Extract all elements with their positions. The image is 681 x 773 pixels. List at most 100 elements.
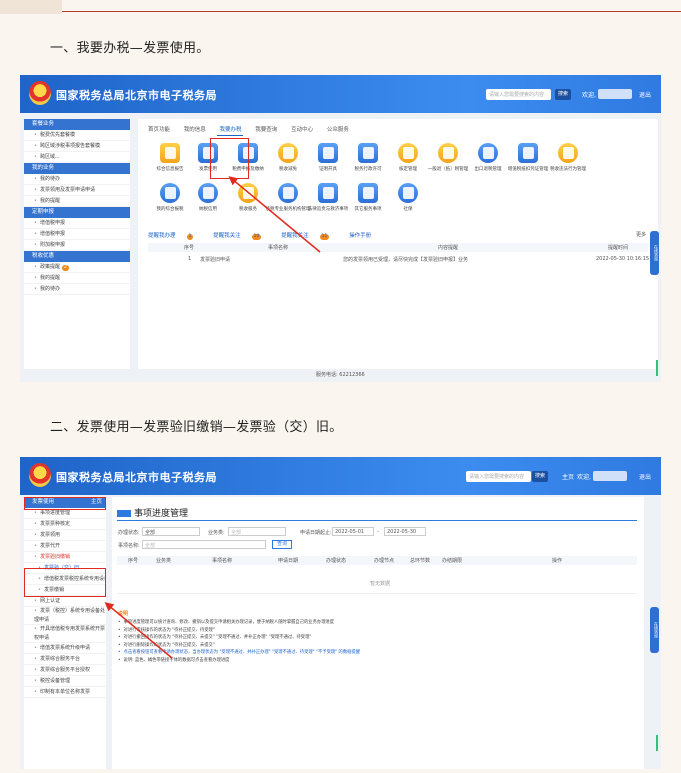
date-label: 申请日期起止: bbox=[300, 530, 332, 536]
masked-user-name bbox=[593, 471, 627, 481]
sidebar-section[interactable]: 套餐业务 bbox=[24, 119, 130, 130]
sidebar: 发票使用 主页 事项进度管理 发票票种核定 发票领用 发票代开 发票验旧缴销 发… bbox=[24, 497, 106, 769]
reduction-icon bbox=[278, 143, 298, 163]
online-consult-button[interactable]: 在线咨询 bbox=[650, 231, 659, 275]
sidebar-item[interactable]: 发票（税控）系统专用设备处理申请 bbox=[24, 607, 106, 625]
tab-remind-handle[interactable]: 提醒我办理 1 bbox=[148, 233, 202, 240]
func-violation[interactable]: 税收违法行为管理 bbox=[544, 143, 592, 172]
date-from-input[interactable]: 2022-05-01 bbox=[332, 527, 374, 536]
name-select[interactable]: 全部 bbox=[142, 540, 266, 549]
tab-remind-follow[interactable]: 提醒我关注 10 bbox=[213, 233, 270, 240]
sidebar-item[interactable]: 税控设备管理 bbox=[24, 676, 106, 687]
col-deadline: 办结期限 bbox=[442, 558, 463, 564]
type-select[interactable]: 全部 bbox=[228, 527, 286, 536]
name-label: 事项名称: bbox=[118, 543, 140, 549]
sidebar-item[interactable]: 增值税申报 bbox=[24, 218, 130, 229]
title-marker-icon bbox=[117, 510, 131, 517]
func-social-security[interactable]: 社保 bbox=[384, 183, 432, 212]
portal-title: 国家税务总局北京市电子税务局 bbox=[56, 471, 217, 484]
screenshot-1: 国家税务总局北京市电子税务局 请输入您需要搜索的内容 搜索 欢迎, 退出 套餐业… bbox=[20, 75, 661, 382]
sidebar-item[interactable]: 发票代开 bbox=[24, 541, 106, 552]
sidebar-section[interactable]: 税收优惠 bbox=[24, 251, 130, 262]
home-link[interactable]: 主页 bbox=[562, 472, 574, 481]
table-header bbox=[148, 243, 648, 252]
scroll-indicator bbox=[656, 735, 658, 751]
welcome-text: 欢迎, bbox=[577, 474, 591, 481]
col-index: 序号 bbox=[184, 245, 195, 251]
logout-link[interactable]: 退出 bbox=[639, 90, 651, 99]
step2-caption: 二、发票使用—发票验旧缴销—发票验（交）旧。 bbox=[50, 420, 343, 435]
sidebar-item[interactable]: 增值税申报 bbox=[24, 229, 130, 240]
sidebar-item[interactable]: 税费优先套餐模 bbox=[24, 130, 130, 141]
cell-index: 1 bbox=[188, 256, 192, 262]
tab-remind-follow-2[interactable]: 提醒我关注 11 bbox=[281, 233, 338, 240]
tab-interaction[interactable]: 互动中心 bbox=[291, 127, 313, 133]
gavel-icon bbox=[318, 183, 338, 203]
sidebar-item[interactable]: 印制有本单位名称发票 bbox=[24, 687, 106, 698]
col-name: 事项名称 bbox=[268, 245, 289, 251]
sidebar-item[interactable]: 政策提醒2 bbox=[24, 262, 130, 273]
empty-state: 暂无数据 bbox=[370, 581, 391, 587]
sidebar-item[interactable]: 我的待办 bbox=[24, 174, 130, 185]
sidebar-item[interactable]: 附加税申报 bbox=[24, 240, 130, 251]
col-time: 提醒时间 bbox=[608, 245, 629, 251]
date-separator: - bbox=[377, 529, 379, 535]
tab-home[interactable]: 首页功能 bbox=[148, 127, 170, 133]
document-icon bbox=[160, 143, 180, 163]
reminder-tabs: 提醒我办理 1 提醒我关注 10 提醒我关注 11 操作手册 bbox=[148, 231, 380, 240]
logout-link[interactable]: 退出 bbox=[639, 472, 651, 481]
verify-old-highlight bbox=[24, 568, 106, 597]
search-input[interactable]: 请输入您需要搜索的内容 bbox=[466, 471, 531, 482]
online-consult-button[interactable]: 在线咨询 bbox=[650, 607, 659, 653]
status-select[interactable]: 全部 bbox=[142, 527, 200, 536]
sidebar-item[interactable]: 网上认证 bbox=[24, 596, 106, 607]
certificate-icon bbox=[318, 143, 338, 163]
col-apply-date: 申请日期 bbox=[278, 558, 299, 564]
agency-icon bbox=[278, 183, 298, 203]
notes-list: 事项进度管理可以统计查询、修改、撤销以及提交申请相关办理记录，便于纳税人随时掌握… bbox=[118, 619, 618, 664]
tab-tax-handling[interactable]: 我要办税 bbox=[220, 127, 242, 133]
count-badge: 2 bbox=[61, 265, 69, 271]
tab-manual[interactable]: 操作手册 bbox=[349, 233, 371, 239]
title-divider bbox=[117, 520, 637, 521]
sidebar-section[interactable]: 我的业务 bbox=[24, 163, 130, 174]
active-tab-underline bbox=[217, 135, 243, 136]
note-line: 对进行撤回操作的状态为 "待补正提交、未提交" "受理不通过、并补正办理" "受… bbox=[118, 634, 618, 642]
sidebar-item[interactable]: 发票票种核定 bbox=[24, 519, 106, 530]
sidebar-section[interactable]: 定期申报 bbox=[24, 207, 130, 218]
query-button[interactable]: 查询 bbox=[272, 540, 292, 549]
cell-content: 您的发票领用已受理，请尽快完成【发票验旧申报】业务 bbox=[343, 257, 469, 263]
sidebar-item[interactable]: 我的待办 bbox=[24, 284, 130, 295]
sidebar-item[interactable]: 增值发票系统升级申请 bbox=[24, 643, 106, 654]
sidebar-head-highlight bbox=[24, 497, 106, 510]
sidebar-item[interactable]: 发票综合服务平台 bbox=[24, 654, 106, 665]
tab-public-service[interactable]: 公众服务 bbox=[327, 127, 349, 133]
violation-icon bbox=[558, 143, 578, 163]
portal-header: 国家税务总局北京市电子税务局 请输入您需要搜索的内容 搜索 欢迎, 退出 bbox=[20, 75, 661, 113]
sidebar-item-invoice-cancel[interactable]: 发票验旧缴销 bbox=[24, 552, 106, 563]
step1-caption: 一、我要办税—发票使用。 bbox=[50, 41, 210, 56]
date-to-input[interactable]: 2022-05-30 bbox=[384, 527, 426, 536]
sidebar-item[interactable]: 发票综合服务平台授权 bbox=[24, 665, 106, 676]
sidebar-item[interactable]: 我的提醒 bbox=[24, 273, 130, 284]
top-tabs: 首页功能 我的信息 我要办税 我要查询 互动中心 公众服务 bbox=[148, 125, 361, 137]
more-link[interactable]: 更多 bbox=[636, 231, 646, 238]
sidebar-item[interactable]: 跨区域涉税事项报告套餐模 bbox=[24, 141, 130, 152]
sidebar-item[interactable]: 开具增值税专用发票系统开票权申请 bbox=[24, 625, 106, 643]
search-button[interactable]: 搜索 bbox=[555, 89, 571, 100]
type-label: 业务类: bbox=[208, 530, 225, 536]
sidebar-item[interactable]: 我的提醒 bbox=[24, 196, 130, 207]
sidebar-item[interactable]: 跨区域... bbox=[24, 152, 130, 163]
main-panel: 首页功能 我的信息 我要办税 我要查询 互动中心 公众服务 综合信息报告 发票使… bbox=[138, 119, 658, 369]
tab-my-info[interactable]: 我的信息 bbox=[184, 127, 206, 133]
sidebar-item[interactable]: 发票领用及发票申请申请 bbox=[24, 185, 130, 196]
cell-name: 发票验旧申请 bbox=[200, 257, 231, 263]
tax-emblem-icon bbox=[29, 81, 51, 105]
search-button[interactable]: 搜索 bbox=[532, 471, 548, 482]
sidebar-item[interactable]: 发票领用 bbox=[24, 530, 106, 541]
tab-query[interactable]: 我要查询 bbox=[255, 127, 277, 133]
main-panel: 事项进度管理 办理状态: 全部 业务类: 全部 申请日期起止: 2022-05-… bbox=[112, 497, 644, 769]
note-line: 对进行审核操作的状态为 "待补正提交、待受理" bbox=[118, 627, 618, 635]
col-type: 业务类 bbox=[156, 558, 172, 564]
search-input[interactable]: 请输入您需要搜索的内容 bbox=[486, 89, 551, 100]
